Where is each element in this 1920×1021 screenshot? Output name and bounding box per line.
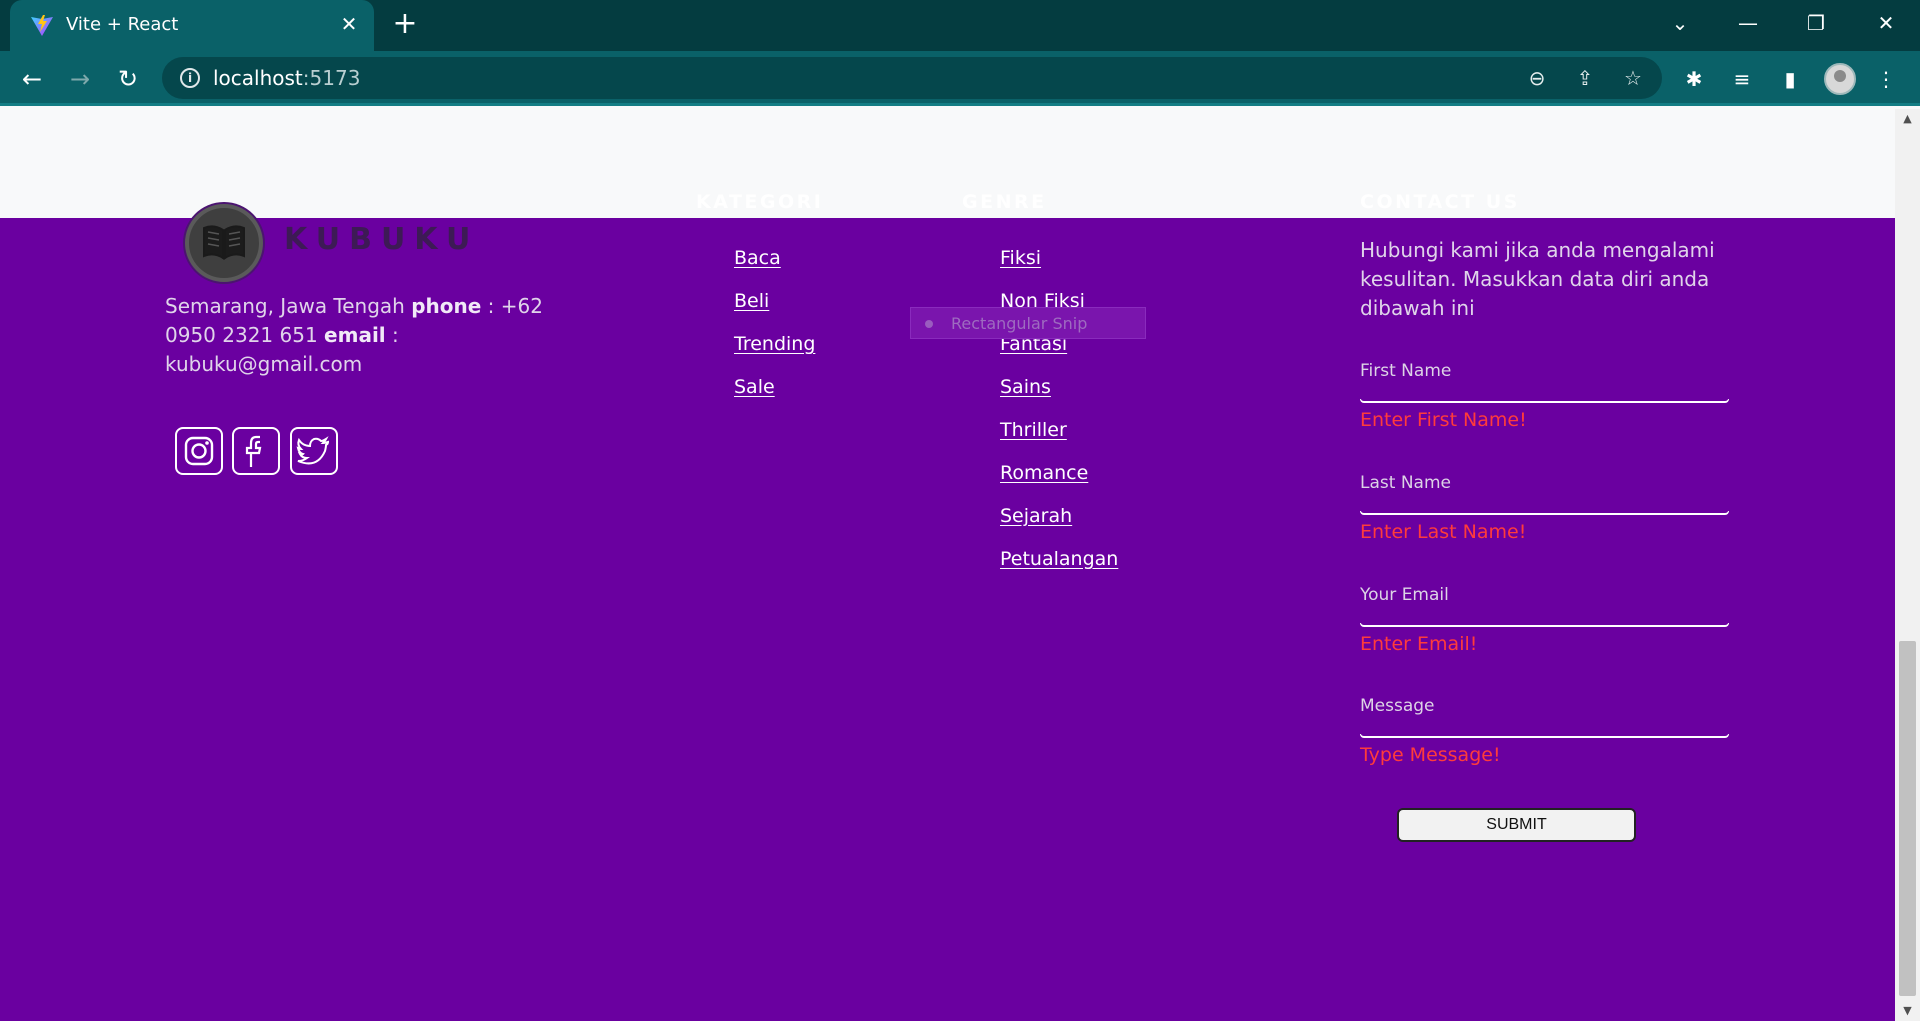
brand-name: KUBUKU — [284, 222, 480, 257]
first-name-field[interactable]: First Name — [1360, 361, 1451, 381]
back-icon[interactable]: ← — [16, 63, 48, 95]
site-info-icon[interactable]: i — [180, 68, 200, 88]
kategori-link-sale[interactable]: Sale — [734, 376, 775, 398]
browser-tab[interactable]: Vite + React ✕ — [10, 0, 374, 51]
tab-search-chevron-icon[interactable]: ⌄ — [1660, 8, 1700, 38]
tab-strip: Vite + React ✕ + ⌄ — ❐ ✕ — [0, 0, 1920, 51]
forward-icon[interactable]: → — [64, 63, 96, 95]
message-error: Type Message! — [1360, 744, 1501, 766]
message-field[interactable]: Message — [1360, 696, 1435, 716]
twitter-icon[interactable] — [290, 427, 338, 475]
genre-link-romance[interactable]: Romance — [1000, 462, 1088, 484]
instagram-icon[interactable] — [175, 427, 223, 475]
submit-button[interactable]: SUBMIT — [1397, 808, 1636, 842]
extensions-icon[interactable]: ✱ — [1678, 63, 1710, 95]
page-section-upper — [0, 109, 1895, 218]
address-bar[interactable]: i localhost:5173 ⊖ ⇪ ☆ — [162, 57, 1662, 99]
minimize-icon[interactable]: — — [1728, 8, 1768, 38]
share-icon[interactable]: ⇪ — [1572, 65, 1598, 91]
kategori-heading: KATEGORI — [696, 191, 824, 213]
scroll-up-icon[interactable]: ▲ — [1895, 109, 1920, 129]
genre-link-petualangan[interactable]: Petualangan — [1000, 548, 1118, 570]
scroll-down-icon[interactable]: ▼ — [1895, 1001, 1920, 1021]
contact-description: Hubungi kami jika anda mengalami kesulit… — [1360, 238, 1715, 320]
page-scrollbar[interactable]: ▲ ▼ — [1895, 109, 1920, 1021]
vite-favicon-icon — [31, 15, 53, 36]
url-text[interactable]: localhost:5173 — [213, 66, 360, 90]
last-name-underline[interactable] — [1360, 511, 1729, 515]
kategori-link-beli[interactable]: Beli — [734, 290, 769, 312]
rectangular-snip-tooltip: Rectangular Snip — [910, 307, 1146, 339]
more-menu-icon[interactable]: ⋮ — [1870, 63, 1902, 95]
kategori-link-trending[interactable]: Trending — [734, 333, 815, 355]
tab-title: Vite + React — [66, 14, 179, 35]
genre-heading: GENRE — [962, 191, 1047, 213]
last-name-field[interactable]: Last Name — [1360, 473, 1451, 493]
kubuku-logo — [185, 204, 263, 282]
snip-label: Rectangular Snip — [951, 314, 1088, 333]
contact-address: Semarang, Jawa Tengah phone : +62 0950 2… — [165, 294, 543, 376]
side-panel-icon[interactable]: ▮ — [1774, 63, 1806, 95]
browser-toolbar: ← → ↻ i localhost:5173 ⊖ ⇪ ☆ ✱ ≡ ▮ ⋮ — [0, 51, 1920, 106]
kategori-link-baca[interactable]: Baca — [734, 247, 781, 269]
new-tab-icon[interactable]: + — [390, 9, 420, 40]
snip-dot-icon — [925, 320, 933, 328]
genre-link-sejarah[interactable]: Sejarah — [1000, 505, 1072, 527]
email-underline[interactable] — [1360, 623, 1729, 627]
first-name-underline[interactable] — [1360, 399, 1729, 403]
last-name-error: Enter Last Name! — [1360, 521, 1527, 543]
message-underline[interactable] — [1360, 734, 1729, 738]
restore-icon[interactable]: ❐ — [1796, 8, 1836, 38]
profile-avatar[interactable] — [1824, 63, 1856, 95]
genre-link-fiksi[interactable]: Fiksi — [1000, 247, 1041, 269]
close-window-icon[interactable]: ✕ — [1866, 8, 1906, 38]
open-book-icon — [203, 225, 245, 260]
scrollbar-thumb[interactable] — [1899, 641, 1916, 996]
facebook-icon[interactable] — [232, 427, 280, 475]
genre-link-thriller[interactable]: Thriller — [1000, 419, 1067, 441]
reload-icon[interactable]: ↻ — [112, 63, 144, 95]
genre-link-sains[interactable]: Sains — [1000, 376, 1051, 398]
email-error: Enter Email! — [1360, 633, 1478, 655]
email-field[interactable]: Your Email — [1360, 585, 1449, 605]
close-tab-icon[interactable]: ✕ — [338, 13, 360, 35]
contact-heading: CONTACT US — [1360, 191, 1520, 213]
zoom-out-icon[interactable]: ⊖ — [1524, 65, 1550, 91]
bookmark-star-icon[interactable]: ☆ — [1620, 65, 1646, 91]
first-name-error: Enter First Name! — [1360, 409, 1527, 431]
reading-list-icon[interactable]: ≡ — [1726, 63, 1758, 95]
